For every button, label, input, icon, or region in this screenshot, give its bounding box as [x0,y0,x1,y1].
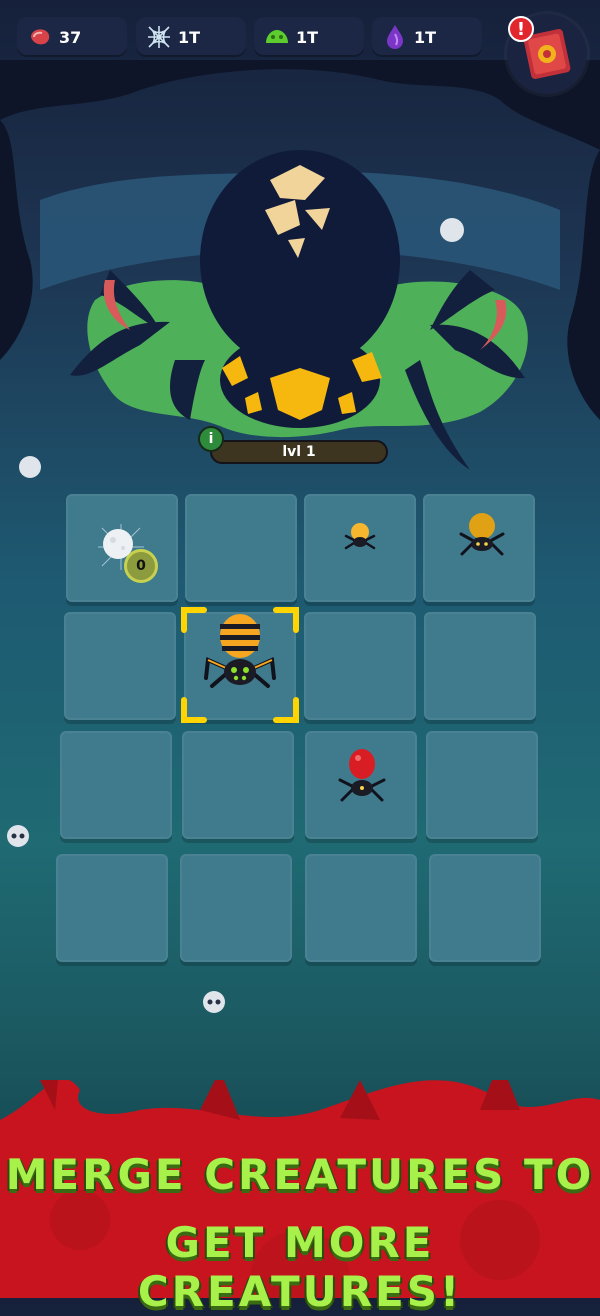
grid-cell-r3c1[interactable] [60,731,172,839]
grid-cell-r4c3[interactable] [305,854,417,962]
grid-cell-r4c4[interactable] [429,854,541,962]
grid-cell-r3c4[interactable] [426,731,538,839]
resource-cobweb-value: 1T [178,27,201,47]
red-spider-icon[interactable] [336,744,388,806]
resource-dark-essence-value: 1T [414,27,437,47]
resource-dark-essence[interactable]: 1T [372,17,482,57]
grid-cell-r2c4[interactable] [424,612,536,720]
grid-cell-r3c2[interactable] [182,731,294,839]
skull-icon [203,991,225,1013]
boss-arena [0,60,600,478]
grid-cell-r1c2[interactable] [185,494,297,602]
gold-spider-icon[interactable] [456,508,508,560]
grid-cell-r4c2[interactable] [180,854,292,962]
striped-spider-icon[interactable] [202,612,278,696]
resource-meat[interactable]: 37 [17,17,127,57]
dark-essence-icon [382,24,408,50]
notification-badge: ! [508,16,534,42]
resource-meat-value: 37 [59,27,82,47]
grid-cell-r2c1[interactable] [64,612,176,720]
slime-icon [264,24,290,50]
resource-bar: 37 1T 1T 1T ! [0,0,600,94]
promo-headline-line2: GET MORE CREATURES! [137,1218,463,1316]
info-button[interactable]: i [198,426,224,452]
cobweb-icon [146,24,172,50]
boss-level-bar: lvl 1 [210,440,388,464]
skull-icon [7,825,29,847]
meat-icon [27,24,53,50]
resource-slime[interactable]: 1T [254,17,364,57]
grid-cell-r4c1[interactable] [56,854,168,962]
promo-headline-line1: MERGE CREATURES TO [5,1150,595,1199]
grid-cell-r2c3[interactable] [304,612,416,720]
resource-cobweb[interactable]: 1T [136,17,246,57]
resource-slime-value: 1T [296,27,319,47]
small-orange-spider-icon[interactable] [342,518,378,554]
egg-counter-badge: 0 [124,549,158,583]
